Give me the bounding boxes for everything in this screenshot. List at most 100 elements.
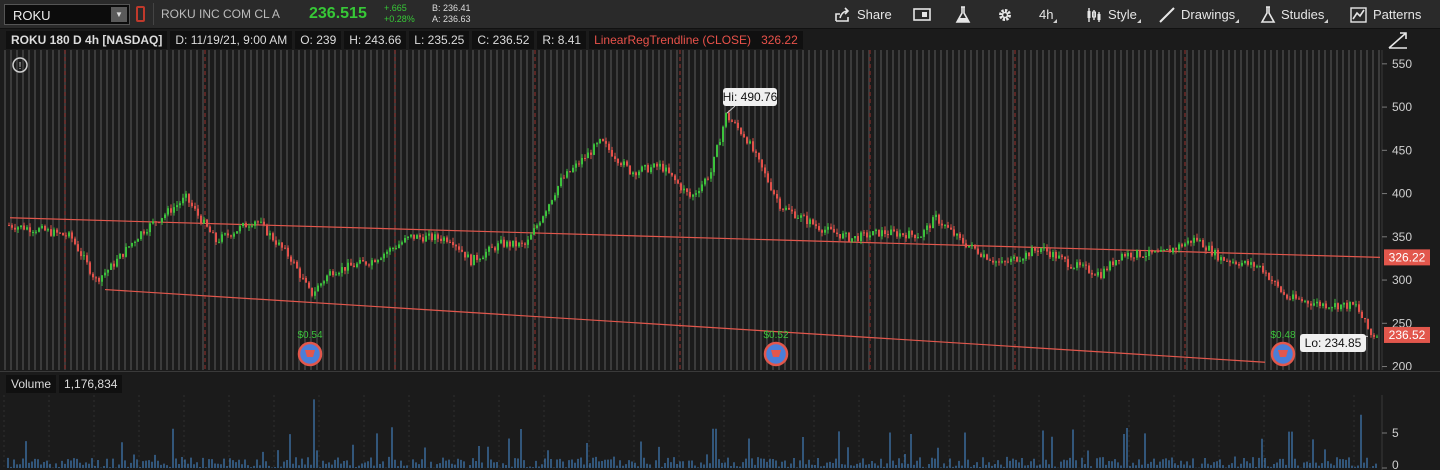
period-stripe: [808, 50, 810, 370]
candle-body: [413, 234, 415, 239]
period-stripe: [496, 50, 498, 370]
candle-body: [113, 263, 115, 267]
price-axis[interactable]: 550500450400350300250200: [1382, 57, 1412, 370]
candle-body: [173, 207, 175, 213]
candle-body: [1016, 256, 1018, 262]
drawings-button[interactable]: Drawings: [1158, 0, 1240, 29]
style-button[interactable]: Style: [1085, 0, 1141, 29]
candle-body: [407, 236, 409, 239]
chart-title[interactable]: ROKU 180 D 4h [NASDAQ]: [6, 31, 168, 49]
candle-body: [1352, 302, 1354, 305]
symbol-dropdown-icon[interactable]: ▼: [111, 7, 127, 22]
period-stripe: [1216, 50, 1218, 370]
period-stripe: [592, 50, 594, 370]
axis-tick-label: 400: [1392, 187, 1412, 201]
candle-body: [143, 231, 145, 234]
candle-body: [608, 143, 610, 150]
candle-body: [329, 271, 331, 276]
period-stripe: [1126, 50, 1128, 370]
candle-body: [698, 190, 700, 194]
candle-body: [749, 141, 751, 144]
period-stripe: [886, 50, 888, 370]
candle-body: [428, 233, 430, 236]
candle-body: [1280, 286, 1282, 293]
candle-body: [599, 139, 601, 144]
patterns-label: Patterns: [1373, 7, 1422, 22]
chart-tool-icon[interactable]: [1387, 30, 1409, 50]
pane-divider[interactable]: [0, 371, 1440, 372]
period-stripe: [1090, 50, 1092, 370]
flask-button[interactable]: [955, 0, 971, 29]
candle-body: [482, 257, 484, 260]
corner-arrow-icon: [1136, 19, 1141, 23]
link-icon[interactable]: [136, 6, 145, 22]
period-stripe: [1348, 50, 1350, 370]
share-button[interactable]: Share: [834, 0, 892, 29]
candle-body: [1055, 252, 1057, 259]
candle-body: [311, 287, 313, 296]
price-change: +.665 +0.28%: [384, 3, 415, 25]
candle-body: [1067, 259, 1069, 268]
period-stripe: [1306, 50, 1308, 370]
candle-body: [581, 157, 583, 165]
candle-body: [86, 255, 88, 263]
study-label[interactable]: LinearRegTrendline (CLOSE) 326.22: [589, 31, 803, 49]
candle-body: [1010, 258, 1012, 262]
candle-body: [1076, 262, 1078, 268]
price-chart[interactable]: ! $0.54 $0.52 $0.48 Hi: 490.76 Lo: 234.85 …: [0, 50, 1440, 370]
candle-body: [452, 242, 454, 246]
candle-body: [38, 228, 40, 232]
candle-body: [899, 233, 901, 237]
candle-body: [170, 208, 172, 213]
candle-body: [266, 224, 268, 236]
volume-title[interactable]: Volume: [6, 375, 57, 393]
candle-body: [605, 141, 607, 144]
axis-tick-label: 450: [1392, 143, 1412, 157]
percent-change: +0.28%: [384, 14, 415, 24]
candle-body: [425, 235, 427, 242]
studies-button[interactable]: Studies: [1260, 0, 1329, 29]
flask-icon: [955, 5, 971, 23]
candle-body: [1316, 301, 1318, 304]
patterns-button[interactable]: Patterns: [1350, 0, 1421, 29]
candle-body: [686, 188, 688, 192]
period-stripe: [70, 50, 72, 370]
candle-body: [827, 226, 829, 230]
chart-layout-button[interactable]: [913, 0, 933, 29]
candle-body: [860, 232, 862, 242]
candle-body: [134, 241, 136, 243]
timeframe-button[interactable]: 4h: [1039, 0, 1058, 29]
period-stripe: [658, 50, 660, 370]
period-stripe: [586, 50, 588, 370]
candle-body: [320, 283, 322, 286]
candle-body: [839, 234, 841, 239]
candle-body: [1175, 248, 1177, 250]
candle-body: [56, 229, 58, 233]
period-stripe: [994, 50, 996, 370]
settings-button[interactable]: [996, 0, 1014, 29]
candles-icon: [1087, 7, 1101, 22]
candle-body: [959, 233, 961, 238]
period-stripe: [88, 50, 90, 370]
period-stripe: [124, 50, 126, 370]
candle-body: [323, 281, 325, 284]
candle-body: [872, 231, 874, 236]
period-stripe: [298, 50, 300, 370]
candle-body: [233, 233, 235, 237]
candle-body: [68, 232, 70, 237]
period-stripe: [454, 50, 456, 370]
candle-body: [308, 282, 310, 288]
timeframe-label: 4h: [1039, 7, 1054, 22]
period-stripe: [556, 50, 558, 370]
period-stripe: [436, 50, 438, 370]
gear-icon: [999, 8, 1011, 21]
last-price: 236.515: [309, 5, 367, 22]
period-stripe: [802, 50, 804, 370]
period-stripe: [1030, 50, 1032, 370]
period-stripe: [670, 50, 672, 370]
symbol-input[interactable]: ROKU ▼: [4, 4, 130, 25]
candle-body: [416, 235, 418, 239]
candle-body: [1049, 251, 1051, 258]
candle-body: [167, 208, 169, 215]
volume-chart[interactable]: 50: [0, 395, 1440, 470]
